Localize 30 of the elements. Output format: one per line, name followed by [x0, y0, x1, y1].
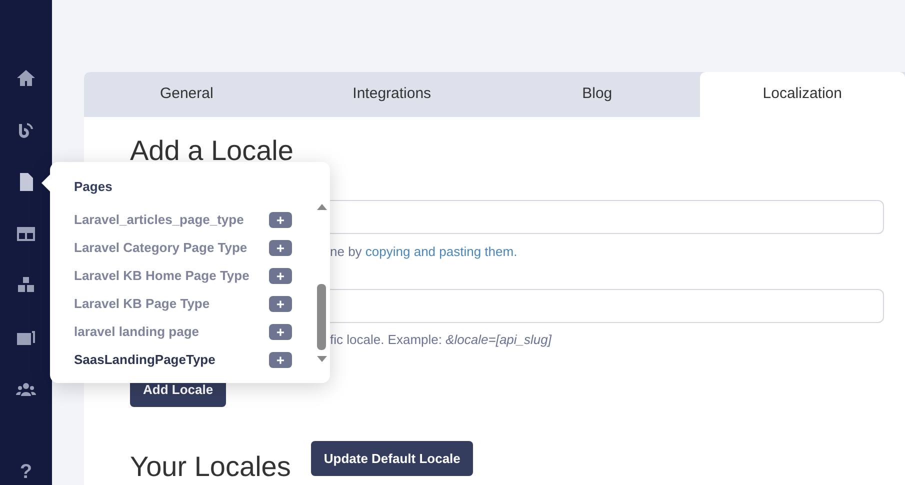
add-button[interactable]: + — [269, 352, 292, 368]
add-button[interactable]: + — [269, 212, 292, 228]
help-text: fic locale. Example: &locale=[api_slug] — [330, 332, 552, 347]
tab[interactable]: Blog — [494, 72, 700, 117]
feed-icon[interactable] — [16, 120, 36, 140]
popup-title: Pages — [74, 178, 112, 196]
help-icon[interactable]: ? — [20, 457, 32, 485]
tab[interactable]: Integrations — [289, 72, 494, 117]
page-type-label[interactable]: Laravel KB Home Page Type — [74, 266, 250, 286]
section-heading: Your Locales — [130, 450, 291, 484]
page-type-label[interactable]: laravel landing page — [74, 322, 199, 342]
home-icon[interactable] — [16, 68, 36, 88]
tab[interactable]: Localization — [700, 72, 905, 117]
scroll-down-icon[interactable] — [317, 356, 327, 362]
page-type-label[interactable]: SaasLandingPageType — [74, 350, 216, 370]
scroll-up-icon[interactable] — [317, 204, 327, 210]
add-button[interactable]: + — [269, 324, 292, 340]
help-text: ne by — [330, 243, 363, 260]
section-heading: Add a Locale — [130, 134, 294, 168]
table-icon[interactable] — [16, 224, 36, 244]
help-link[interactable]: copying and pasting them. — [365, 242, 518, 260]
page-type-label[interactable]: Laravel KB Page Type — [74, 294, 210, 314]
tab[interactable]: General — [84, 72, 290, 117]
add-button[interactable]: + — [269, 268, 292, 284]
add-button[interactable]: + — [269, 296, 292, 312]
add-button[interactable]: + — [269, 240, 292, 256]
scrollbar-thumb[interactable] — [317, 284, 326, 350]
page-type-label[interactable]: Laravel Category Page Type — [74, 238, 248, 258]
page-type-label[interactable]: Laravel_articles_page_type — [74, 210, 244, 230]
update-default-locale-button[interactable]: Update Default Locale — [310, 441, 474, 476]
